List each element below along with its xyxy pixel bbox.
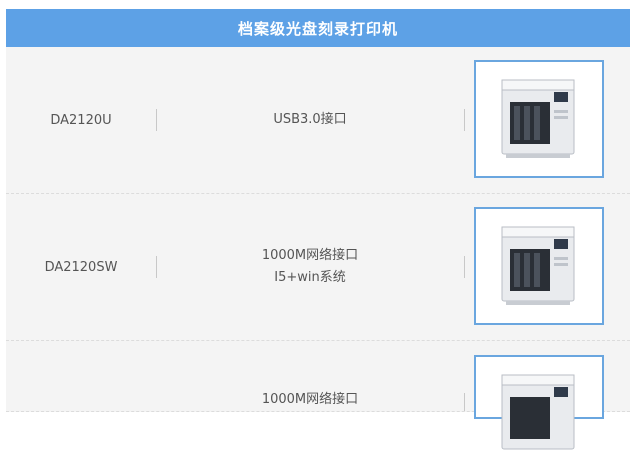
table-title: 档案级光盘刻录打印机 [237, 19, 398, 38]
printer-icon [501, 226, 575, 305]
column-divider [464, 393, 465, 411]
spec-cell: 1000M网络接口 [156, 341, 464, 411]
column-divider [464, 256, 465, 278]
spec-line: 1000M网络接口 [261, 248, 359, 263]
table-header: 档案级光盘刻录打印机 [6, 9, 630, 47]
product-image[interactable] [474, 60, 604, 178]
printer-icon [501, 374, 575, 450]
model-name: DA2120SW [44, 259, 118, 275]
table-row: 1000M网络接口 [6, 341, 630, 450]
column-divider [464, 109, 465, 131]
model-cell: DA2120U [6, 47, 156, 193]
product-image[interactable] [474, 207, 604, 325]
spec-cell: USB3.0接口 [156, 47, 464, 193]
spec-line: USB3.0接口 [273, 112, 347, 127]
printer-icon [501, 79, 575, 158]
model-cell [6, 341, 156, 411]
product-image[interactable] [474, 355, 604, 450]
model-name: DA2120U [50, 112, 112, 128]
spec-line: 1000M网络接口 [261, 392, 359, 407]
table-row: DA2120SW 1000M网络接口 I5+win系统 [6, 194, 630, 341]
spec-line: I5+win系统 [274, 270, 346, 285]
model-cell: DA2120SW [6, 194, 156, 340]
table-row: DA2120U USB3.0接口 [6, 47, 630, 194]
product-table: 档案级光盘刻录打印机 DA2120U USB3.0接口 DA2120SW 100… [0, 0, 636, 450]
spec-cell: 1000M网络接口 I5+win系统 [156, 194, 464, 340]
